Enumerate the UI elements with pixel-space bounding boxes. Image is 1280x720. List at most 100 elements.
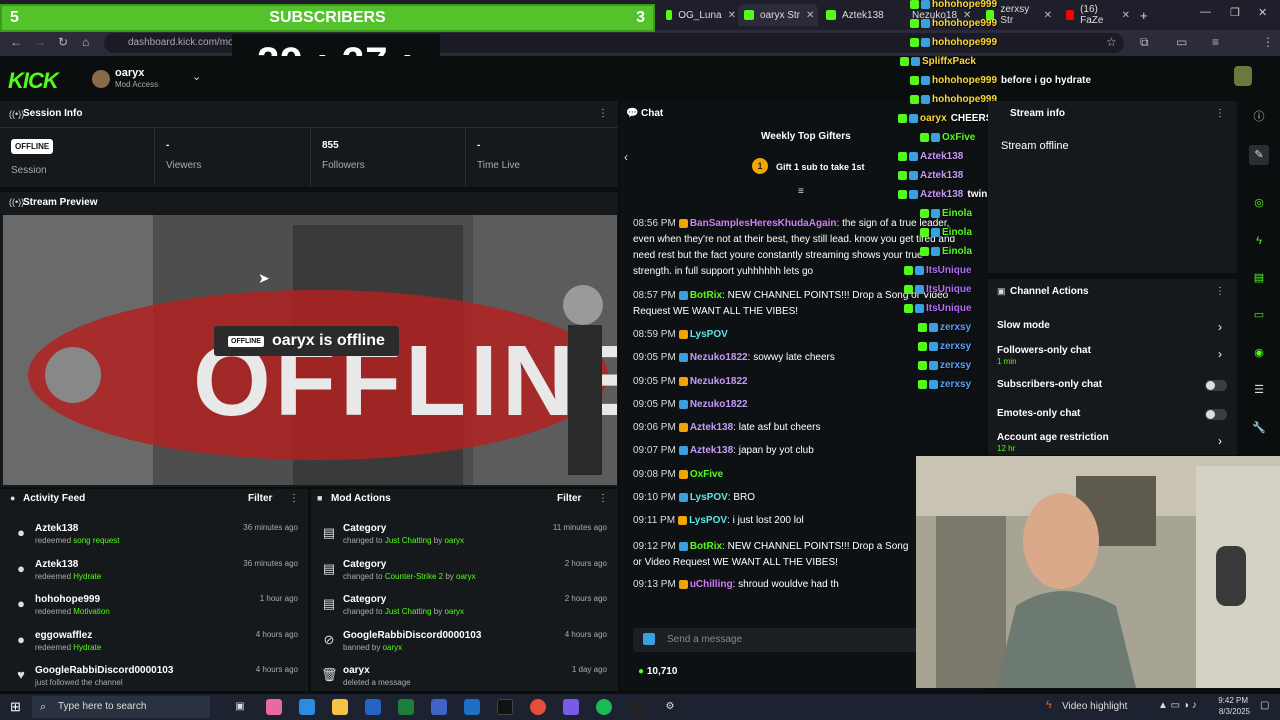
chat-username[interactable]: Aztek138 <box>690 445 733 456</box>
forward-icon[interactable]: → <box>34 35 46 49</box>
new-tab-button[interactable]: + <box>1134 4 1154 26</box>
browser-tab[interactable]: Aztek138 <box>820 4 892 26</box>
spotify-icon[interactable] <box>596 699 612 715</box>
close-icon[interactable]: ✕ <box>1122 10 1130 21</box>
chat-icon[interactable]: ▭ <box>1249 305 1269 325</box>
layout-icon[interactable]: ☰ <box>1249 380 1269 400</box>
tray-icons[interactable]: ▲ ▭ ◑ ♪ <box>1158 700 1197 711</box>
channel-action-label[interactable]: Subscribers-only chat <box>997 379 1102 390</box>
activity-user[interactable]: GoogleRabbiDiscord0000103 <box>35 665 173 676</box>
channel-action-label[interactable]: Followers-only chat <box>997 345 1091 356</box>
reading-list-icon[interactable]: ≡ <box>1212 35 1219 49</box>
chat-username[interactable]: LysPOV <box>689 515 727 526</box>
more-options-icon[interactable]: ⋮ <box>1215 286 1225 297</box>
browser-tab[interactable]: (16) FaZe ✕ <box>1060 4 1130 26</box>
restore-icon[interactable]: ❐ <box>1230 6 1240 19</box>
settings-gear-icon[interactable]: ⚙ <box>662 699 678 715</box>
menu-icon[interactable]: ⋮ <box>1262 35 1274 49</box>
mod-action-user[interactable]: oaryx <box>456 572 476 581</box>
channel-name[interactable]: oaryx <box>115 67 144 79</box>
chevron-down-icon[interactable]: ⌄ <box>192 70 201 83</box>
excel-icon[interactable] <box>398 699 414 715</box>
edit-icon[interactable]: ✎ <box>1249 145 1269 165</box>
chat-username[interactable]: BotRix <box>690 541 722 552</box>
copilot-icon[interactable] <box>266 699 282 715</box>
camera-icon[interactable]: ◎ <box>1249 193 1269 213</box>
minimize-icon[interactable]: — <box>1200 6 1211 18</box>
avatar[interactable] <box>92 70 110 88</box>
windows-start-icon[interactable]: ⊞ <box>10 699 21 715</box>
channel-points[interactable]: ● 10,710 <box>638 666 677 677</box>
clock-date[interactable]: 8/3/2025 <box>1205 707 1250 716</box>
chat-username[interactable]: LysPOV <box>690 492 728 503</box>
chat-username[interactable]: Nezuko1822 <box>690 352 748 363</box>
channel-action-label[interactable]: Emotes-only chat <box>997 408 1080 419</box>
activity-row[interactable]: ● eggowafflez redeemed Hydrate 4 hours ago <box>13 630 303 664</box>
filter-button[interactable]: Filter <box>248 493 272 504</box>
activity-user[interactable]: Aztek138 <box>35 559 78 570</box>
clipboard-icon[interactable]: ▤ <box>1249 268 1269 288</box>
activity-row[interactable]: ● Aztek138 redeemed Hydrate 36 minutes ago <box>13 559 303 593</box>
chat-username[interactable]: BotRix <box>690 290 722 301</box>
mod-action-user[interactable]: oaryx <box>444 536 464 545</box>
clock-time[interactable]: 9:42 PM <box>1208 696 1248 705</box>
home-icon[interactable]: ⌂ <box>82 35 89 49</box>
wrench-icon[interactable]: 🔧 <box>1249 418 1269 438</box>
notification-center-icon[interactable]: ▢ <box>1260 700 1269 711</box>
chat-username[interactable]: LysPOV <box>690 329 728 340</box>
chevron-left-icon[interactable]: ‹ <box>624 150 628 164</box>
mod-action-row[interactable]: ⊘ GoogleRabbiDiscord0000103 banned by oary… <box>321 630 611 664</box>
bookmark-star-icon[interactable]: ☆ <box>1106 35 1117 49</box>
chat-username[interactable]: Nezuko1822 <box>690 399 748 410</box>
gift-cta[interactable]: Gift 1 sub to take 1st <box>776 162 865 172</box>
chat-input[interactable]: Send a message <box>633 628 923 652</box>
chevron-right-icon[interactable]: › <box>1218 434 1222 448</box>
mod-action-row[interactable]: ▤ Category changed to Just Chatting by oar… <box>321 523 611 557</box>
split-view-icon[interactable]: ▭ <box>1176 35 1187 49</box>
filter-lines-icon[interactable]: ≡ <box>798 186 804 197</box>
app-icon[interactable] <box>431 699 447 715</box>
lightning-icon[interactable]: ϟ <box>1249 231 1269 251</box>
video-highlight-label[interactable]: Video highlight <box>1062 701 1127 712</box>
window-close-icon[interactable]: ✕ <box>1258 6 1267 19</box>
taskbar-search[interactable]: ⌕ Type here to search <box>32 696 210 718</box>
chat-username[interactable]: OxFive <box>690 469 723 480</box>
chevron-right-icon[interactable]: › <box>1218 320 1222 334</box>
chat-username[interactable]: uChilling <box>690 579 733 590</box>
chat-username[interactable]: Aztek138 <box>690 422 733 433</box>
outlook-icon[interactable] <box>464 699 480 715</box>
more-options-icon[interactable]: ⋮ <box>598 493 608 504</box>
edge-icon[interactable] <box>299 699 315 715</box>
close-icon[interactable]: ✕ <box>806 10 814 21</box>
mod-action-row[interactable]: ▤ Category changed to Counter-Strike 2 by … <box>321 559 611 593</box>
mod-action-row[interactable]: ▤ Category changed to Just Chatting by oar… <box>321 594 611 628</box>
broadcast-icon[interactable]: ◉ <box>1249 343 1269 363</box>
channel-action-label[interactable]: Account age restriction <box>997 432 1109 443</box>
channel-action-label[interactable]: Slow mode <box>997 320 1050 331</box>
close-icon[interactable]: ✕ <box>1044 10 1052 21</box>
back-icon[interactable]: ← <box>10 35 22 49</box>
more-options-icon[interactable]: ⋮ <box>289 493 299 504</box>
kick-logo[interactable]: KICK <box>8 68 59 94</box>
emote-icon[interactable] <box>643 633 655 645</box>
more-options-icon[interactable]: ⋮ <box>1215 108 1225 119</box>
discord-icon[interactable] <box>563 699 579 715</box>
activity-row[interactable]: ● hohohope999 redeemed Motivation 1 hour ag… <box>13 594 303 628</box>
info-icon[interactable]: ⓘ <box>1249 107 1269 127</box>
activity-row[interactable]: ● Aztek138 redeemed song request 36 minutes… <box>13 523 303 557</box>
close-icon[interactable]: ✕ <box>728 10 736 21</box>
reload-icon[interactable]: ↻ <box>58 35 68 49</box>
file-explorer-icon[interactable] <box>332 699 348 715</box>
activity-user[interactable]: Aztek138 <box>35 523 78 534</box>
store-icon[interactable] <box>365 699 381 715</box>
mod-action-user[interactable]: oaryx <box>444 607 464 616</box>
obs-icon[interactable] <box>629 699 645 715</box>
tiktok-icon[interactable] <box>497 699 513 715</box>
chat-username[interactable]: BanSamplesHeresKhudaAgain <box>690 218 837 229</box>
activity-user[interactable]: eggowafflez <box>35 630 92 641</box>
profile-icon[interactable] <box>1234 66 1252 86</box>
toggle-switch[interactable] <box>1205 380 1227 391</box>
toggle-switch[interactable] <box>1205 409 1227 420</box>
task-view-icon[interactable]: ▣ <box>232 699 248 715</box>
browser-tab-active[interactable]: oaryx Str ✕ <box>738 4 818 26</box>
